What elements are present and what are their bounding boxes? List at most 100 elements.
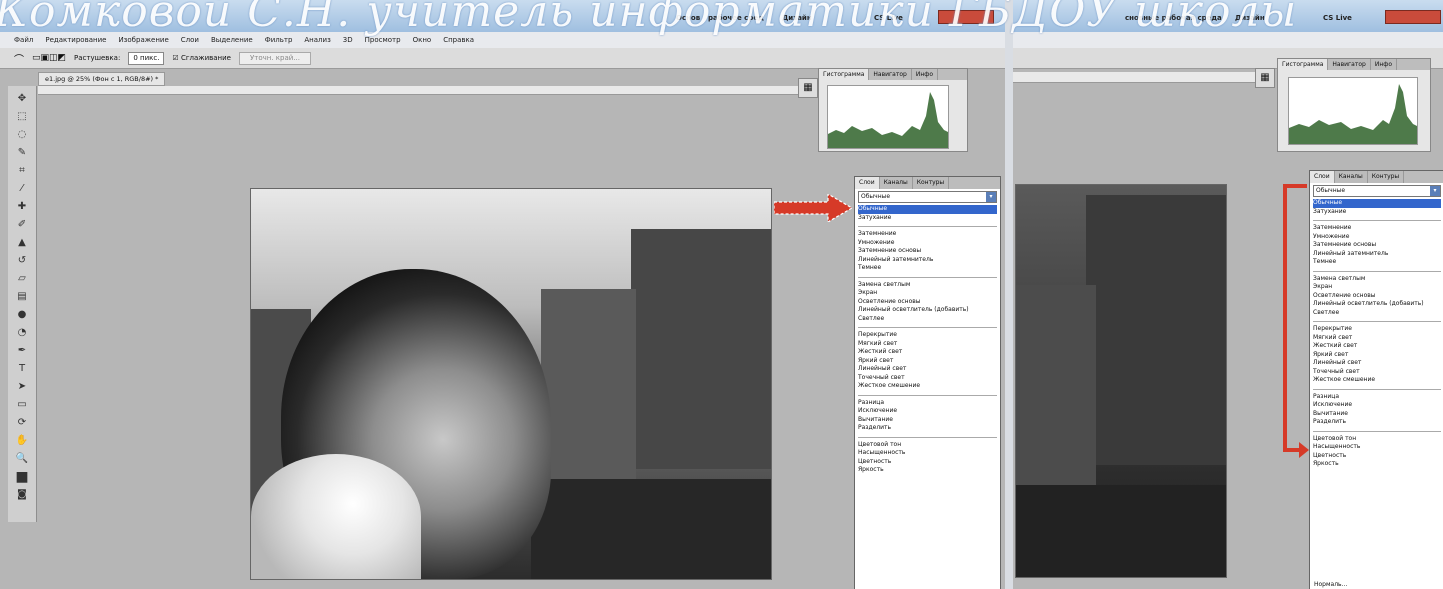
menu-view[interactable]: Просмотр — [365, 36, 401, 44]
right-blend-option[interactable]: Жесткий свет — [1313, 342, 1441, 351]
right-blend-option[interactable]: Затемнение — [1313, 224, 1441, 233]
menu-layers[interactable]: Слои — [181, 36, 199, 44]
pen-tool-icon[interactable]: ✒ — [15, 344, 29, 358]
left-blend-option[interactable]: Обычные — [858, 205, 997, 214]
hand-tool-icon[interactable]: ✋ — [15, 434, 29, 448]
dodge-tool-icon[interactable]: ◔ — [15, 326, 29, 340]
left-blend-option[interactable]: Линейный затемнитель — [858, 256, 997, 265]
cs-live-button-right[interactable]: CS Live — [1323, 14, 1352, 22]
blend-mode-select[interactable]: Обычные ▾ — [858, 191, 997, 203]
right-blend-option[interactable]: Мягкий свет — [1313, 334, 1441, 343]
left-blend-option[interactable]: Затемнение основы — [858, 247, 997, 256]
right-blend-option[interactable]: Умножение — [1313, 233, 1441, 242]
tab-info[interactable]: Инфо — [912, 69, 939, 80]
right-blend-option[interactable]: Замена светлым — [1313, 275, 1441, 284]
marquee-tool-icon[interactable]: ⬚ — [15, 110, 29, 124]
right-blend-option[interactable]: Точечный свет — [1313, 368, 1441, 377]
left-blend-option[interactable]: Насыщенность — [858, 449, 997, 458]
panel-collapse-icon[interactable]: ▦ — [798, 78, 818, 98]
menu-window[interactable]: Окно — [413, 36, 432, 44]
tab-layers-right[interactable]: Слои — [1310, 171, 1335, 183]
right-blend-option[interactable]: Осветление основы — [1313, 292, 1441, 301]
right-blend-option[interactable]: Разница — [1313, 393, 1441, 402]
document-image-right[interactable] — [1015, 184, 1227, 578]
zoom-tool-icon[interactable]: 🔍 — [15, 452, 29, 466]
tab-paths-right[interactable]: Контуры — [1368, 171, 1405, 183]
left-blend-option[interactable]: Цветность — [858, 458, 997, 467]
left-blend-option[interactable]: Жесткое смешение — [858, 382, 997, 391]
left-blend-option[interactable]: Линейный осветлитель (добавить) — [858, 306, 997, 315]
tab-histogram-right[interactable]: Гистограмма — [1278, 59, 1329, 70]
lasso-icon[interactable]: ⌒ — [14, 51, 24, 66]
3d-rotate-icon[interactable]: ⟳ — [15, 416, 29, 430]
type-tool-icon[interactable]: T — [15, 362, 29, 376]
tab-layers[interactable]: Слои — [855, 177, 880, 189]
quick-mask-icon[interactable]: ◙ — [15, 488, 29, 502]
left-blend-option[interactable]: Затухание — [858, 214, 997, 223]
menu-analysis[interactable]: Анализ — [304, 36, 330, 44]
stamp-tool-icon[interactable]: ▲ — [15, 236, 29, 250]
right-blend-option[interactable]: Яркий свет — [1313, 351, 1441, 360]
right-blend-option[interactable]: Исключение — [1313, 401, 1441, 410]
left-blend-option[interactable]: Осветление основы — [858, 298, 997, 307]
selection-mode-icons[interactable]: ▭▣◫◩ — [32, 53, 66, 63]
quick-select-icon[interactable]: ✎ — [15, 146, 29, 160]
path-select-icon[interactable]: ➤ — [15, 380, 29, 394]
right-blend-option[interactable]: Перекрытие — [1313, 325, 1441, 334]
left-blend-option[interactable]: Яркость — [858, 466, 997, 475]
left-blend-option[interactable]: Яркий свет — [858, 357, 997, 366]
right-blend-option[interactable]: Линейный свет — [1313, 359, 1441, 368]
menu-help[interactable]: Справка — [443, 36, 474, 44]
move-tool-icon[interactable]: ✥ — [15, 92, 29, 106]
left-blend-option[interactable]: Исключение — [858, 407, 997, 416]
eraser-tool-icon[interactable]: ▱ — [15, 272, 29, 286]
crop-tool-icon[interactable]: ⌗ — [15, 164, 29, 178]
document-tab[interactable]: e1.jpg @ 25% (Фон с 1, RGB/8#) * — [38, 72, 166, 86]
left-blend-option[interactable]: Темнее — [858, 264, 997, 273]
left-blend-option[interactable]: Разница — [858, 399, 997, 408]
left-blend-option[interactable]: Перекрытие — [858, 331, 997, 340]
panel-collapse-icon-right[interactable]: ▦ — [1255, 68, 1275, 88]
left-blend-option[interactable]: Жесткий свет — [858, 348, 997, 357]
right-blend-option[interactable]: Насыщенность — [1313, 443, 1441, 452]
menu-edit[interactable]: Редактирование — [45, 36, 106, 44]
menu-filter[interactable]: Фильтр — [265, 36, 293, 44]
right-blend-option[interactable]: Яркость — [1313, 460, 1441, 469]
right-blend-option[interactable]: Жесткое смешение — [1313, 376, 1441, 385]
menu-file[interactable]: Файл — [14, 36, 33, 44]
right-blend-option[interactable]: Экран — [1313, 283, 1441, 292]
left-blend-option[interactable]: Точечный свет — [858, 374, 997, 383]
blend-mode-select-right[interactable]: Обычные ▾ — [1313, 185, 1441, 197]
right-blend-option[interactable]: Линейный затемнитель — [1313, 250, 1441, 259]
feather-input[interactable]: 0 пикс. — [128, 51, 165, 65]
left-blend-option[interactable]: Экран — [858, 289, 997, 298]
lasso-tool-icon[interactable]: ◌ — [15, 128, 29, 142]
right-blend-option[interactable]: Темнее — [1313, 258, 1441, 267]
tab-info-right[interactable]: Инфо — [1371, 59, 1398, 70]
left-blend-option[interactable]: Вычитание — [858, 416, 997, 425]
eyedropper-icon[interactable]: ⁄ — [15, 182, 29, 196]
foreground-color-icon[interactable]: ■ — [15, 470, 29, 484]
left-blend-option[interactable]: Линейный свет — [858, 365, 997, 374]
refine-edge-button[interactable]: Уточн. край... — [238, 51, 311, 65]
left-blend-option[interactable]: Умножение — [858, 239, 997, 248]
left-blend-option[interactable]: Разделить — [858, 424, 997, 433]
right-blend-option[interactable]: Затемнение основы — [1313, 241, 1441, 250]
gradient-tool-icon[interactable]: ▤ — [15, 290, 29, 304]
left-blend-option[interactable]: Мягкий свет — [858, 340, 997, 349]
blur-tool-icon[interactable]: ● — [15, 308, 29, 322]
shape-tool-icon[interactable]: ▭ — [15, 398, 29, 412]
left-blend-option[interactable]: Цветовой тон — [858, 441, 997, 450]
menu-select[interactable]: Выделение — [211, 36, 253, 44]
right-blend-option[interactable]: Вычитание — [1313, 410, 1441, 419]
tab-channels-right[interactable]: Каналы — [1335, 171, 1368, 183]
right-blend-option[interactable]: Цветность — [1313, 452, 1441, 461]
right-blend-option[interactable]: Светлее — [1313, 309, 1441, 318]
menu-3d[interactable]: 3D — [343, 36, 353, 44]
tab-channels[interactable]: Каналы — [880, 177, 913, 189]
smooth-checkbox[interactable]: ☑ Сглаживание — [172, 54, 231, 62]
left-blend-option[interactable]: Светлее — [858, 315, 997, 324]
left-blend-option[interactable]: Затемнение — [858, 230, 997, 239]
right-blend-option[interactable]: Обычные — [1313, 199, 1441, 208]
healing-brush-icon[interactable]: ✚ — [15, 200, 29, 214]
